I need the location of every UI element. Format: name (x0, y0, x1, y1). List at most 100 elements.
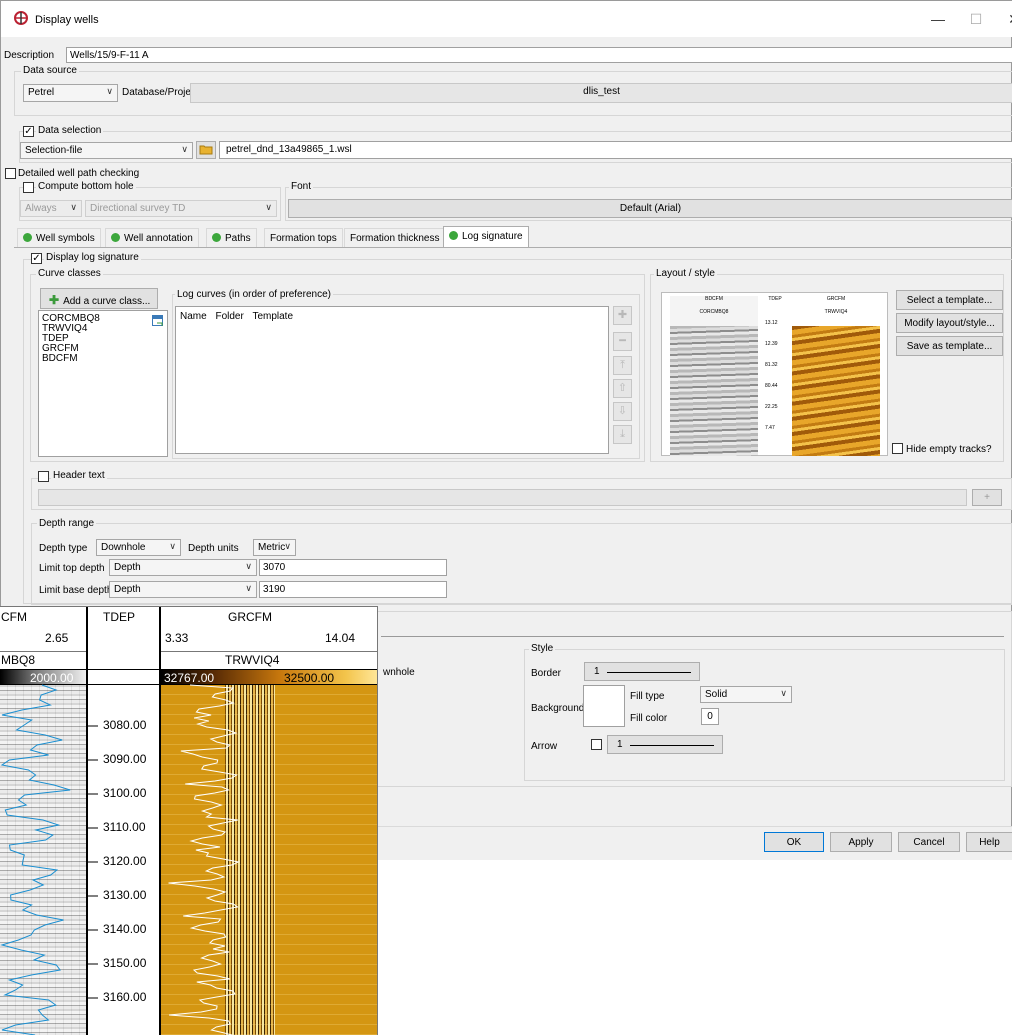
tab-formation-tops[interactable]: Formation tops (264, 228, 343, 247)
tab-formation-thickness[interactable]: Formation thickness (344, 228, 446, 247)
close-icon[interactable]: ✕ (1004, 11, 1012, 28)
hide-empty-tracks-checkbox[interactable] (892, 443, 903, 454)
limit-top-field[interactable]: 3070 (259, 559, 447, 576)
limit-top-mode-combo[interactable]: Depth ∨ (109, 559, 257, 576)
depth-label: 3090.00 (103, 752, 147, 766)
tab-label: Formation thickness (350, 233, 440, 244)
depth-units-combo[interactable]: Metric ∨ (253, 539, 296, 556)
depth-label: 3140.00 (103, 922, 147, 936)
arrow-line-icon (630, 745, 714, 746)
database-project-field[interactable]: dlis_test (190, 83, 1012, 103)
detailed-checking-checkbox[interactable] (5, 168, 16, 179)
tab-label: Well symbols (36, 233, 95, 244)
remove-curve-button[interactable]: ━ (613, 332, 632, 351)
help-button[interactable]: Help (966, 832, 1012, 852)
table-icon (152, 315, 163, 326)
fill-type-value: Solid (705, 689, 728, 700)
bottom-hole-checkbox[interactable] (23, 182, 34, 193)
bottom-hole-method-combo[interactable]: Directional survey TD ∨ (85, 200, 277, 217)
limit-base-field[interactable]: 3190 (259, 581, 447, 598)
header-text-field[interactable] (38, 489, 967, 506)
curve-class-item[interactable]: BDCFM (42, 354, 164, 364)
status-dot-icon (111, 233, 120, 242)
data-source-combo[interactable]: Petrel ∨ (23, 84, 118, 102)
data-selection-label: Data selection (36, 125, 104, 136)
preview-depth-label: 13.12 (765, 320, 778, 326)
selection-file-field[interactable]: petrel_dnd_13a49865_1.wsl (219, 141, 1012, 159)
tab-log-signature[interactable]: Log signature (443, 226, 529, 248)
log-view-overlay: CFM 2.65 MBQ8 2000.00 TDEP GRCFM 3.33 14… (0, 606, 378, 1035)
separator (381, 636, 1004, 637)
move-up-button[interactable]: ⇧ (613, 379, 632, 398)
depth-label: 3150.00 (103, 956, 147, 970)
bottom-hole-mode-value: Always (25, 203, 57, 214)
maximize-icon[interactable]: ☐ (966, 11, 986, 28)
preview-depth-label: 22.25 (765, 404, 778, 410)
arrow-style-button[interactable]: 1 (607, 735, 723, 754)
add-curve-class-button[interactable]: ✚ Add a curve class... (40, 288, 158, 309)
display-log-signature-checkbox[interactable]: ✓ (31, 253, 42, 264)
select-template-button[interactable]: Select a template... (896, 290, 1003, 310)
save-template-button[interactable]: Save as template... (896, 336, 1003, 356)
arrow-checkbox[interactable] (591, 739, 602, 750)
database-project-label: Database/Project (122, 87, 199, 98)
tab-well-annotation[interactable]: Well annotation (105, 228, 199, 247)
depth-label: 3110.00 (103, 820, 146, 834)
preview-tdep-label: TDEP (768, 296, 782, 302)
app-icon (14, 11, 28, 25)
chevron-down-icon: ∨ (284, 541, 291, 551)
move-down-button[interactable]: ⇩ (613, 402, 632, 421)
depth-type-label: Depth type (39, 543, 88, 554)
plus-icon: ✚ (49, 293, 60, 307)
curve-classes-label: Curve classes (36, 268, 103, 279)
ok-button[interactable]: OK (764, 832, 824, 852)
font-button[interactable]: Default (Arial) (288, 199, 1012, 218)
data-source-value: Petrel (28, 87, 55, 98)
header-text-add-button[interactable]: + (972, 489, 1002, 506)
log-curves-table[interactable]: Name Folder Template (175, 306, 609, 454)
limit-base-mode-value: Depth (114, 584, 141, 595)
tab-label: Well annotation (124, 233, 193, 244)
display-log-signature-label: Display log signature (44, 252, 141, 263)
limit-base-mode-combo[interactable]: Depth ∨ (109, 581, 257, 598)
fill-type-combo[interactable]: Solid ∨ (700, 686, 792, 703)
preview-trwviq4-label: TRWVIQ4 (824, 309, 848, 315)
log-curves-svg (0, 684, 241, 1035)
apply-button[interactable]: Apply (830, 832, 892, 852)
header-text-checkbox[interactable] (38, 471, 49, 482)
tab-label: Log signature (462, 231, 523, 242)
log-curves-label: Log curves (in order of preference) (175, 289, 333, 300)
add-curve-button[interactable]: ✚ (613, 306, 632, 325)
arrow-value: 1 (617, 739, 623, 750)
preview-depth-label: 12.39 (765, 341, 778, 347)
preview-track-3: GRCFM TRWVIQ4 (792, 296, 880, 456)
tab-well-symbols[interactable]: Well symbols (17, 228, 101, 247)
border-style-button[interactable]: 1 (584, 662, 700, 681)
selection-mode-combo[interactable]: Selection-file ∨ (20, 142, 193, 159)
fill-color-field[interactable]: 0 (701, 708, 719, 725)
border-label: Border (531, 668, 562, 679)
status-dot-icon (23, 233, 32, 242)
description-field[interactable]: Wells/15/9-F-11 A (66, 47, 1012, 63)
tab-paths[interactable]: Paths (206, 228, 257, 247)
font-label: Font (289, 181, 314, 192)
partial-downhole-text: wnhole (383, 667, 415, 678)
move-top-button[interactable]: ⤒ (613, 356, 632, 375)
depth-type-combo[interactable]: Downhole ∨ (96, 539, 181, 556)
preview-depth-label: 81.32 (765, 362, 778, 368)
fill-type-label: Fill type (630, 691, 665, 702)
folder-icon (199, 145, 213, 155)
modify-layout-button[interactable]: Modify layout/style... (896, 313, 1003, 333)
background-swatch[interactable] (583, 685, 625, 727)
background-label: Background (531, 703, 585, 714)
detailed-checking-label: Detailed well path checking (18, 168, 140, 179)
bottom-hole-mode-combo[interactable]: Always ∨ (20, 200, 82, 217)
chevron-down-icon: ∨ (106, 86, 113, 96)
cancel-button[interactable]: Cancel (898, 832, 960, 852)
data-selection-checkbox[interactable]: ✓ (23, 126, 34, 137)
layout-style-label: Layout / style (654, 268, 717, 279)
minimize-icon[interactable]: — (928, 11, 948, 27)
open-folder-button[interactable] (196, 141, 216, 159)
move-bottom-button[interactable]: ⤓ (613, 425, 632, 444)
curve-class-list[interactable]: CORCMBQ8 TRWVIQ4 TDEP GRCFM BDCFM (38, 310, 168, 457)
